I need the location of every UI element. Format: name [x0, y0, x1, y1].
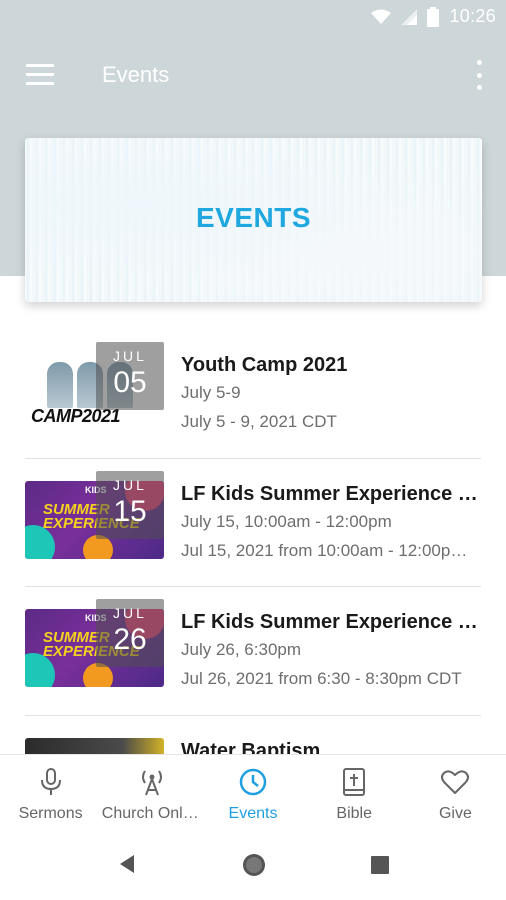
nav-label: Church Online — [101, 805, 202, 822]
event-text: LF Kids Summer Experience (Ages 5 - 12) … — [181, 609, 481, 693]
date-day: 05 — [113, 366, 147, 399]
hamburger-menu-icon[interactable] — [26, 64, 54, 88]
nav-item-bible[interactable]: Bible — [304, 755, 405, 832]
events-screen: 10:26 Events EVENTS CAMP2021 JUL 05 Yout… — [0, 0, 506, 900]
banner-title: EVENTS — [195, 202, 312, 233]
home-icon[interactable] — [241, 852, 267, 878]
bible-icon — [339, 767, 369, 797]
nav-item-give[interactable]: Give — [405, 755, 506, 832]
event-date-full: July 5 - 9, 2021 CDT — [181, 412, 337, 431]
event-title: LF Kids Summer Experience (Ages 5 - 12) — [181, 611, 481, 633]
event-date-full: Jul 15, 2021 from 10:00am - 12:00pm CDT — [181, 540, 481, 560]
date-badge: JUL 15 — [96, 470, 164, 539]
events-banner: EVENTS — [25, 138, 482, 302]
date-day: 26 — [113, 623, 147, 656]
wifi-icon — [371, 9, 392, 24]
date-badge: JUL 05 — [96, 342, 164, 410]
date-badge: JUL 26 — [96, 599, 164, 667]
event-text: LF Kids Summer Experience (Ages 5 - 12) … — [181, 481, 481, 565]
event-item[interactable]: KIDS SUMMER EXPERIENCE JUL 15 LF Kids Su… — [0, 459, 506, 587]
system-navigation-bar — [0, 832, 506, 900]
more-vert-icon[interactable] — [472, 60, 486, 90]
nav-label: Bible — [336, 805, 372, 822]
recents-icon[interactable] — [371, 856, 389, 874]
event-item[interactable]: KIDS SUMMER EXPERIENCE JUL 26 LF Kids Su… — [0, 587, 506, 716]
event-date-short: July 5-9 — [181, 383, 241, 402]
event-date-short: July 26, 6:30pm — [181, 640, 302, 659]
date-month: JUL — [113, 348, 147, 364]
microphone-icon — [36, 767, 66, 797]
date-month: JUL — [113, 605, 147, 621]
bottom-navigation: Sermons Church Online Events Bible Give — [0, 754, 506, 832]
broadcast-icon — [137, 767, 167, 797]
event-date-full: Jul 26, 2021 from 6:30 - 8:30pm CDT — [181, 669, 462, 688]
status-icons: 10:26 — [371, 6, 496, 27]
nav-label: Give — [438, 805, 472, 822]
event-title: LF Kids Summer Experience (Ages 5 - 12) — [181, 482, 481, 505]
date-month: JUL — [113, 476, 147, 493]
app-bar: Events — [0, 48, 506, 104]
nav-item-events[interactable]: Events — [202, 755, 303, 832]
page-title: Events — [102, 62, 170, 87]
status-time: 10:26 — [449, 6, 496, 26]
event-text: Youth Camp 2021 July 5-9 July 5 - 9, 202… — [181, 352, 481, 436]
back-icon[interactable] — [118, 854, 136, 874]
heart-icon — [440, 767, 470, 797]
nav-item-church-online[interactable]: Church Online — [101, 755, 202, 832]
event-title: Youth Camp 2021 — [181, 354, 348, 376]
event-date-short: July 15, 10:00am - 12:00pm — [181, 511, 392, 531]
clock-icon — [238, 767, 268, 797]
battery-icon — [427, 6, 440, 27]
nav-label: Events — [228, 805, 278, 822]
nav-item-sermons[interactable]: Sermons — [0, 755, 101, 832]
date-day: 15 — [113, 494, 147, 528]
signal-icon — [401, 8, 418, 25]
nav-label: Sermons — [18, 805, 83, 822]
status-bar: 10:26 — [0, 0, 506, 38]
event-item[interactable]: CAMP2021 JUL 05 Youth Camp 2021 July 5-9… — [0, 330, 506, 459]
